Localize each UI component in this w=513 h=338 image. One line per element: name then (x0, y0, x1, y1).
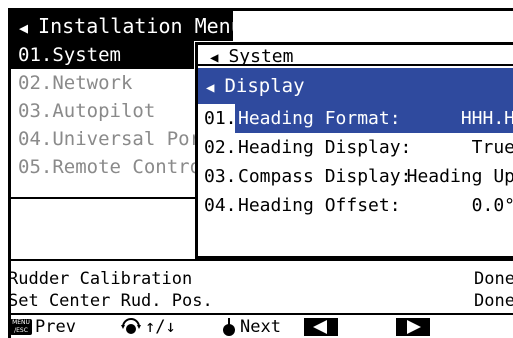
setting-heading-format[interactable]: 01. Heading Format: HHH.H (198, 104, 513, 133)
setting-value: HHH.H (460, 108, 513, 129)
popup-display-header[interactable]: ◀ Display (198, 68, 513, 104)
back-arrow-icon: ◀ (206, 80, 215, 96)
menu-divider (11, 197, 195, 199)
status-set-center-rudder: Set Center Rud. Pos. Done (8, 290, 513, 312)
setting-value: 0.0° (471, 195, 513, 216)
status-rudder-calibration: Rudder Calibration Done (8, 268, 513, 290)
menu-item-system[interactable]: 01.System (11, 41, 194, 69)
setting-number: 01. (204, 108, 237, 129)
knob-push-icon (223, 318, 235, 336)
popup-system-header[interactable]: ◀ System (198, 45, 513, 67)
footer-bar: MENU /ESC Prev ↑/↓ Next (8, 316, 513, 338)
menu-item-number: 04. (18, 128, 53, 150)
status-label: Set Center Rud. Pos. (8, 291, 213, 311)
popup-system-title: System (228, 46, 294, 67)
status-label: Rudder Calibration (8, 269, 193, 289)
setting-value: True (471, 137, 513, 158)
back-arrow-icon: ◀ (19, 19, 29, 37)
popup-display-title: Display (224, 75, 305, 97)
menu-item-number: 02. (18, 72, 53, 94)
menu-item-number: 01. (18, 44, 53, 66)
menu-esc-key-icon[interactable]: MENU /ESC (10, 319, 32, 335)
menu-item-label: System (52, 44, 121, 66)
setting-compass-display[interactable]: 03. Compass Display: Heading Up (198, 162, 513, 191)
setting-label: Compass Display: (238, 166, 412, 187)
right-arrow-key-icon[interactable] (396, 318, 430, 336)
left-arrow-key-icon[interactable] (304, 318, 338, 336)
setting-value: Heading Up (406, 166, 513, 187)
menu-item-number: 05. (18, 156, 53, 178)
setting-number: 02. (204, 137, 237, 158)
installation-menu-title-label: Installation Menu (38, 14, 233, 38)
menu-item-label: Universal Port (52, 128, 213, 150)
installation-menu-title[interactable]: ◀ Installation Menu (11, 11, 233, 41)
footer-divider (8, 313, 513, 315)
setting-number: 04. (204, 195, 237, 216)
next-label: Next (240, 317, 281, 337)
menu-key-top-text: MENU (12, 319, 30, 326)
status-value: Done (474, 269, 513, 289)
prev-label: Prev (35, 317, 76, 337)
menu-key-bottom-text: /ESC (14, 327, 28, 334)
menu-item-label: Network (52, 72, 133, 94)
setting-heading-display[interactable]: 02. Heading Display: True (198, 133, 513, 162)
setting-heading-offset[interactable]: 04. Heading Offset: 0.0° (198, 191, 513, 220)
setting-label: Heading Format: (238, 108, 401, 129)
system-display-popup: ◀ System ◀ Display 01. Heading Format: HHH… (195, 42, 513, 259)
setting-label: Heading Offset: (238, 195, 401, 216)
status-value: Done (474, 291, 513, 311)
status-divider (11, 259, 513, 261)
up-down-label: ↑/↓ (145, 317, 176, 337)
back-arrow-icon: ◀ (210, 50, 219, 66)
setting-label: Heading Display: (238, 137, 412, 158)
rotary-knob-icon (121, 318, 141, 334)
setting-number: 03. (204, 166, 237, 187)
menu-item-label: Autopilot (52, 100, 156, 122)
menu-item-number: 03. (18, 100, 53, 122)
